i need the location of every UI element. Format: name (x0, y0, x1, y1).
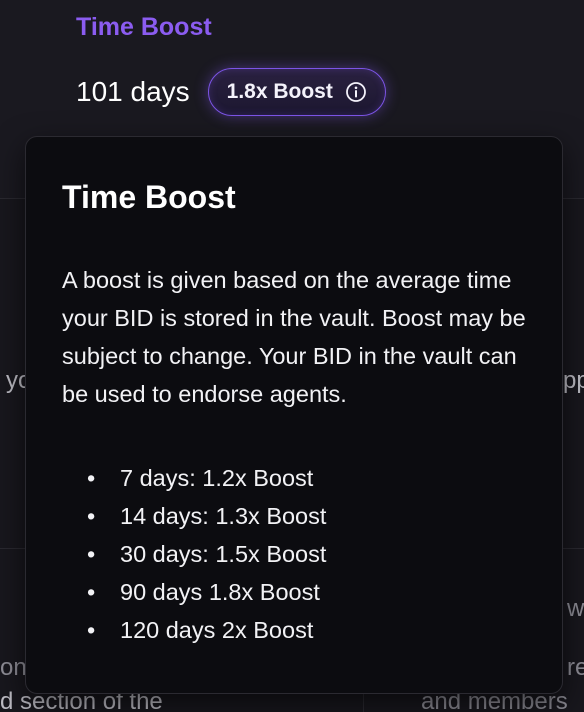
boost-tier-list: • 7 days: 1.2x Boost • 14 days: 1.3x Boost… (62, 459, 326, 649)
tooltip-description: A boost is given based on the average ti… (62, 267, 526, 407)
boost-tier-item: • 90 days 1.8x Boost (87, 579, 320, 605)
boost-tier-text: 14 days: 1.3x Boost (120, 503, 327, 529)
time-boost-tooltip: Time Boost A boost is given based on the… (25, 136, 563, 694)
boost-tier-item: • 120 days 2x Boost (87, 617, 314, 643)
background-text: re (567, 654, 584, 681)
tooltip-title: Time Boost (62, 179, 236, 215)
boost-tier-item: • 7 days: 1.2x Boost (87, 465, 314, 491)
boost-tier-text: 7 days: 1.2x Boost (120, 465, 314, 491)
boost-tier-text: 30 days: 1.5x Boost (120, 541, 327, 567)
boost-tier-item: • 30 days: 1.5x Boost (87, 541, 327, 567)
boost-tier-text: 120 days 2x Boost (120, 617, 314, 643)
page: yo pp w ont re d section of the and memb… (0, 0, 584, 712)
info-circle-icon[interactable] (345, 81, 367, 103)
boost-tier-text: 90 days 1.8x Boost (120, 579, 320, 605)
background-text: w (567, 595, 584, 622)
boost-badge-label: 1.8x Boost (226, 80, 333, 103)
days-stored-value: 101 days (76, 76, 190, 107)
background-text: pp (563, 367, 584, 394)
boost-badge-button[interactable]: 1.8x Boost (207, 68, 386, 116)
boost-status-row: 101 days 1.8x Boost (76, 67, 386, 117)
boost-tier-item: • 14 days: 1.3x Boost (87, 503, 327, 529)
time-boost-heading: Time Boost (76, 13, 212, 41)
